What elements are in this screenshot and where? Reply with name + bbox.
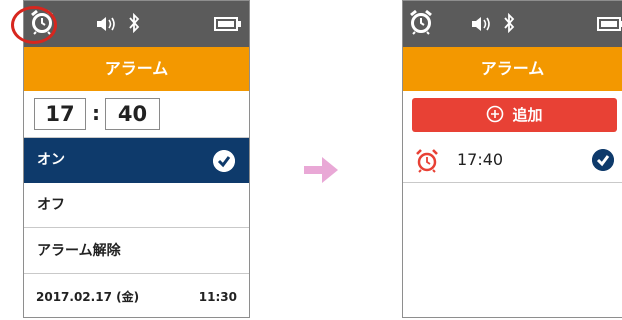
- footer-bar: 2017.02.17 (金) 11:30: [24, 275, 249, 317]
- bluetooth-icon: [504, 13, 515, 33]
- speaker-icon: [97, 17, 115, 31]
- screen-title: アラーム: [403, 47, 622, 91]
- battery-icon: [214, 17, 241, 31]
- add-alarm-label: 追加: [512, 106, 543, 124]
- option-off-label: オフ: [37, 197, 65, 213]
- alarm-time: 17:40: [457, 150, 504, 169]
- option-dismiss-alarm[interactable]: アラーム解除: [24, 229, 249, 274]
- alarm-list-item[interactable]: 17:40: [403, 138, 622, 183]
- minute-field[interactable]: 40: [105, 98, 160, 130]
- time-separator: :: [92, 101, 100, 125]
- right-arrow-icon: [304, 157, 338, 183]
- status-bar: [403, 1, 622, 47]
- footer-date: 2017.02.17 (金): [36, 290, 140, 304]
- plus-circle-icon: [487, 105, 504, 123]
- alarm-clock-icon[interactable]: [409, 9, 433, 35]
- bluetooth-icon: [129, 13, 140, 33]
- battery-icon: [597, 17, 622, 31]
- alarm-list-screen: アラーム 追加 17:40: [402, 0, 622, 318]
- check-icon: [213, 150, 235, 172]
- alarm-settings-screen: アラーム 17 : 40 オン オフ アラーム解除 2017.02.17 (金)…: [23, 0, 250, 318]
- option-on[interactable]: オン: [24, 138, 249, 183]
- hour-field[interactable]: 17: [34, 98, 86, 130]
- footer-time: 11:30: [198, 290, 237, 304]
- option-on-label: オン: [37, 152, 65, 168]
- add-alarm-button[interactable]: 追加: [412, 98, 617, 132]
- screen-title: アラーム: [24, 47, 249, 91]
- alarm-clock-icon: [416, 149, 438, 173]
- time-setting: 17 : 40: [24, 91, 249, 138]
- check-icon[interactable]: [592, 149, 614, 171]
- status-bar: [24, 1, 249, 47]
- option-off[interactable]: オフ: [24, 183, 249, 228]
- speaker-icon: [472, 17, 490, 31]
- option-dismiss-label: アラーム解除: [37, 243, 121, 259]
- highlight-ring: [11, 6, 57, 44]
